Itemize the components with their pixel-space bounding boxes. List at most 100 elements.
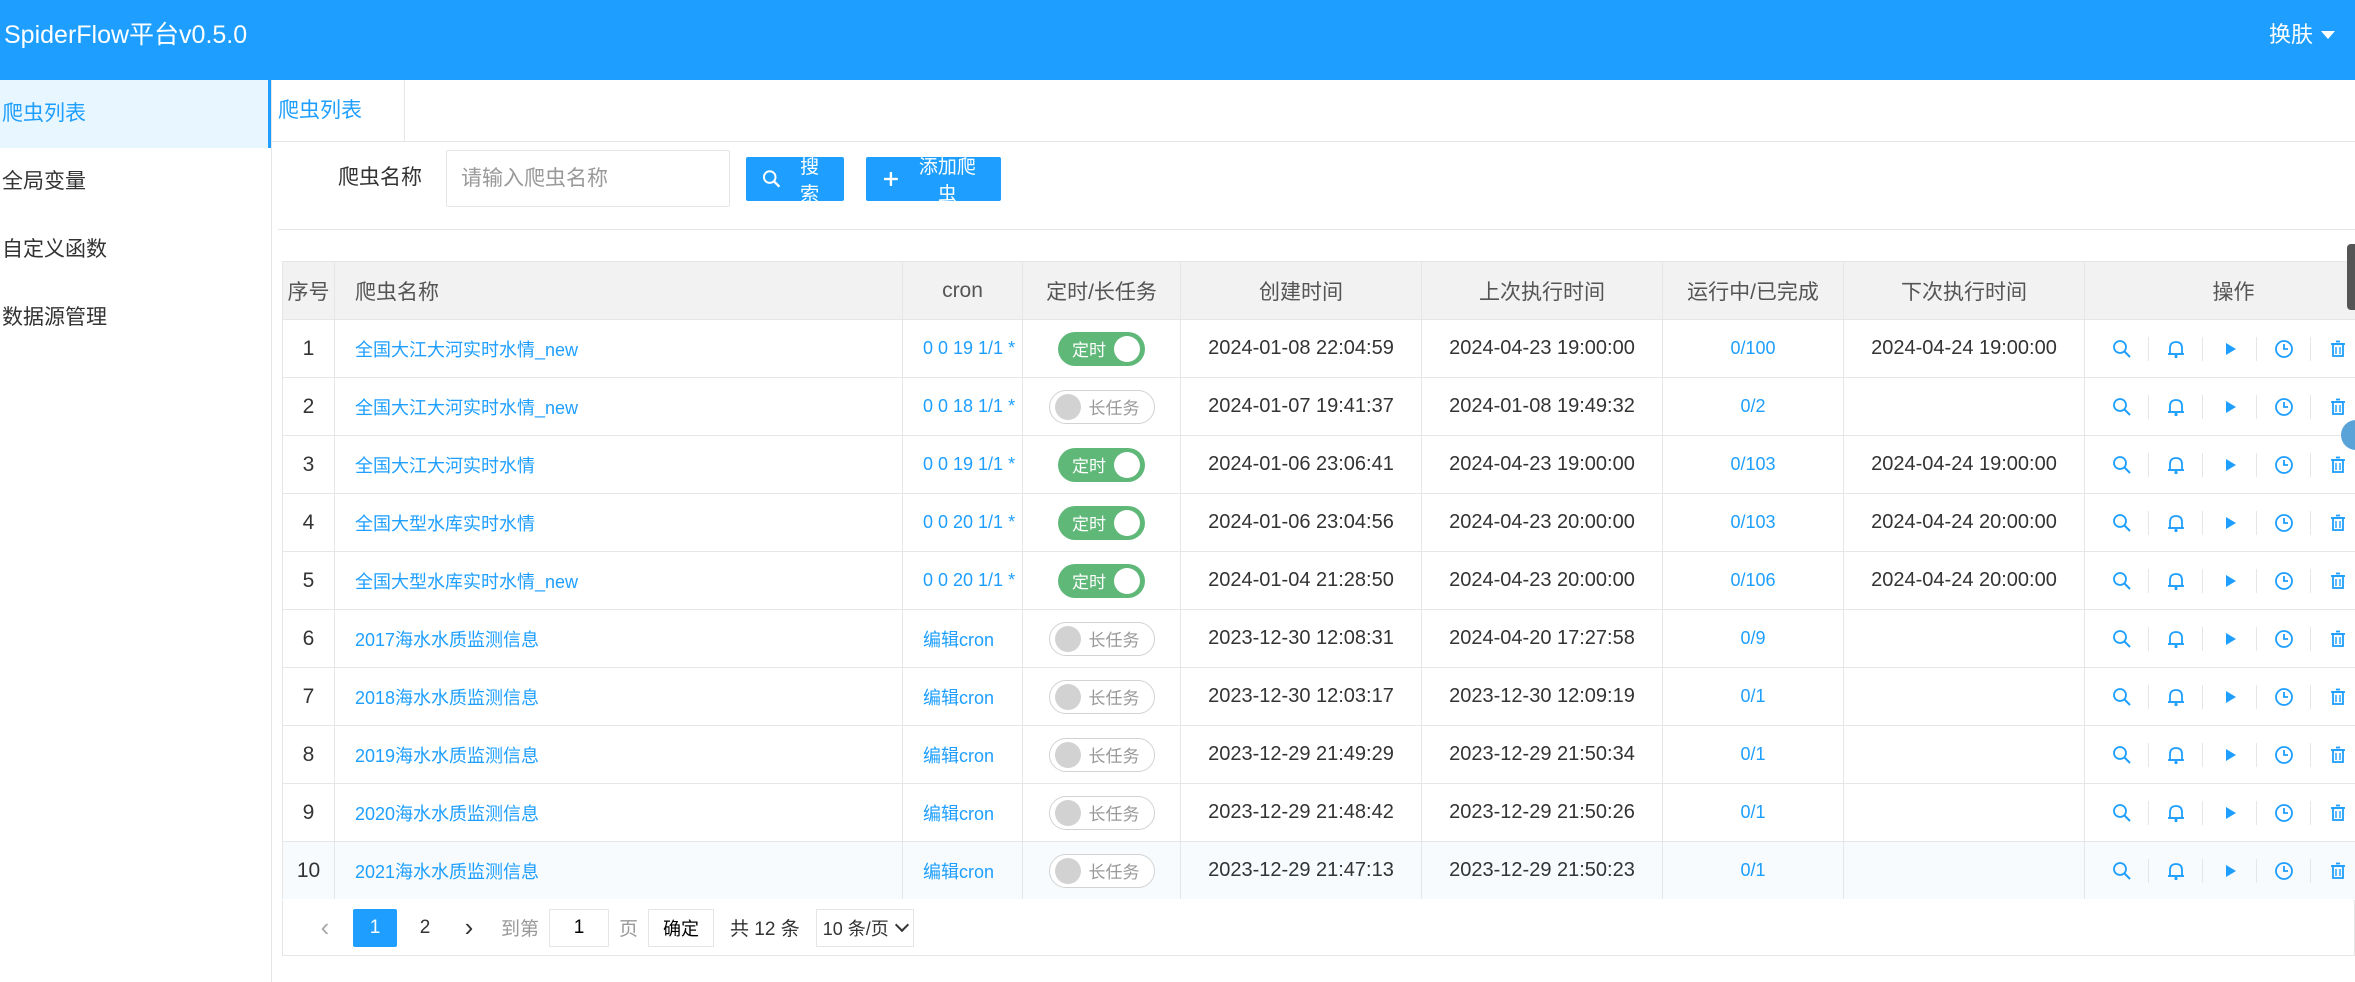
history-button[interactable] (2257, 800, 2311, 825)
task-type-switch[interactable]: 定时 (1058, 447, 1145, 482)
history-button[interactable] (2257, 858, 2311, 883)
history-button[interactable] (2257, 452, 2311, 477)
notify-button[interactable] (2149, 800, 2203, 825)
notify-button[interactable] (2149, 510, 2203, 535)
cron-link[interactable]: 编辑cron (923, 746, 994, 766)
run-button[interactable] (2203, 394, 2257, 419)
view-button[interactable] (2095, 684, 2149, 709)
run-status-link[interactable]: 0/1 (1740, 860, 1765, 880)
prev-page-button[interactable]: ‹ (303, 909, 347, 947)
search-button[interactable]: 搜索 (746, 157, 844, 205)
spider-name-input[interactable] (446, 150, 730, 207)
run-status-link[interactable]: 0/103 (1730, 512, 1775, 532)
delete-button[interactable] (2311, 511, 2355, 535)
delete-button[interactable] (2311, 801, 2355, 825)
page-button-1[interactable]: 1 (353, 908, 397, 947)
delete-button[interactable] (2311, 743, 2355, 767)
delete-button[interactable] (2311, 337, 2355, 361)
run-status-link[interactable]: 0/1 (1740, 686, 1765, 706)
run-button[interactable] (2203, 568, 2257, 593)
add-spider-button[interactable]: 添加爬虫 (866, 157, 1001, 205)
view-button[interactable] (2095, 626, 2149, 651)
task-type-switch[interactable]: 长任务 (1048, 737, 1155, 772)
cron-link[interactable]: 0 0 19 1/1 * (923, 454, 1015, 474)
history-button[interactable] (2257, 510, 2311, 535)
tab-spider-list[interactable]: 爬虫列表 (272, 80, 405, 142)
task-type-switch[interactable]: 定时 (1058, 505, 1145, 540)
run-status-link[interactable]: 0/100 (1730, 338, 1775, 358)
spider-name-link[interactable]: 全国大型水库实时水情 (355, 514, 535, 534)
cron-link[interactable]: 0 0 20 1/1 * (923, 570, 1015, 590)
task-type-switch[interactable]: 长任务 (1048, 621, 1155, 656)
history-button[interactable] (2257, 684, 2311, 709)
notify-button[interactable] (2149, 858, 2203, 883)
view-button[interactable] (2095, 568, 2149, 593)
notify-button[interactable] (2149, 336, 2203, 361)
view-button[interactable] (2095, 510, 2149, 535)
cron-link[interactable]: 编辑cron (923, 688, 994, 708)
sidebar-item-global-variables[interactable]: 全局变量 (0, 148, 271, 216)
spider-name-link[interactable]: 2019海水水质监测信息 (355, 746, 539, 766)
page-button-2[interactable]: 2 (403, 909, 447, 947)
spider-name-link[interactable]: 全国大江大河实时水情_new (355, 340, 578, 360)
next-page-button[interactable]: › (447, 909, 491, 947)
task-type-switch[interactable]: 长任务 (1048, 853, 1155, 888)
cron-link[interactable]: 编辑cron (923, 804, 994, 824)
run-button[interactable] (2203, 626, 2257, 651)
delete-button[interactable] (2311, 453, 2355, 477)
view-button[interactable] (2095, 858, 2149, 883)
view-button[interactable] (2095, 336, 2149, 361)
spider-name-link[interactable]: 2020海水水质监测信息 (355, 804, 539, 824)
run-status-link[interactable]: 0/103 (1730, 454, 1775, 474)
spider-name-link[interactable]: 全国大江大河实时水情_new (355, 398, 578, 418)
run-button[interactable] (2203, 858, 2257, 883)
cron-link[interactable]: 编辑cron (923, 862, 994, 882)
delete-button[interactable] (2311, 627, 2355, 651)
sidebar-item-custom-functions[interactable]: 自定义函数 (0, 216, 271, 284)
notify-button[interactable] (2149, 452, 2203, 477)
notify-button[interactable] (2149, 568, 2203, 593)
view-button[interactable] (2095, 742, 2149, 767)
run-button[interactable] (2203, 336, 2257, 361)
skin-switcher[interactable]: 换肤 (2269, 20, 2335, 50)
app-logo[interactable]: SpiderFlow平台v0.5.0 (4, 20, 247, 50)
run-status-link[interactable]: 0/106 (1730, 570, 1775, 590)
sidebar-item-datasource[interactable]: 数据源管理 (0, 284, 271, 352)
task-type-switch[interactable]: 定时 (1058, 331, 1145, 366)
history-button[interactable] (2257, 336, 2311, 361)
run-status-link[interactable]: 0/9 (1740, 628, 1765, 648)
spider-name-link[interactable]: 2017海水水质监测信息 (355, 630, 539, 650)
notify-button[interactable] (2149, 742, 2203, 767)
delete-button[interactable] (2311, 859, 2355, 883)
view-button[interactable] (2095, 800, 2149, 825)
spider-name-link[interactable]: 全国大江大河实时水情 (355, 456, 535, 476)
task-type-switch[interactable]: 长任务 (1048, 389, 1155, 424)
cron-link[interactable]: 0 0 18 1/1 * (923, 396, 1015, 416)
goto-page-input[interactable] (549, 908, 610, 947)
goto-confirm-button[interactable]: 确定 (648, 908, 715, 947)
notify-button[interactable] (2149, 684, 2203, 709)
task-type-switch[interactable]: 长任务 (1048, 679, 1155, 714)
delete-button[interactable] (2311, 685, 2355, 709)
run-button[interactable] (2203, 684, 2257, 709)
run-status-link[interactable]: 0/1 (1740, 802, 1765, 822)
cron-link[interactable]: 0 0 20 1/1 * (923, 512, 1015, 532)
run-status-link[interactable]: 0/2 (1740, 396, 1765, 416)
page-size-select[interactable]: 10 条/页 (815, 908, 914, 947)
run-button[interactable] (2203, 510, 2257, 535)
delete-button[interactable] (2311, 395, 2355, 419)
spider-name-link[interactable]: 全国大型水库实时水情_new (355, 572, 578, 592)
cron-link[interactable]: 编辑cron (923, 630, 994, 650)
spider-name-link[interactable]: 2018海水水质监测信息 (355, 688, 539, 708)
history-button[interactable] (2257, 394, 2311, 419)
scrollbar[interactable] (2347, 244, 2355, 310)
delete-button[interactable] (2311, 569, 2355, 593)
spider-name-link[interactable]: 2021海水水质监测信息 (355, 862, 539, 882)
history-button[interactable] (2257, 568, 2311, 593)
notify-button[interactable] (2149, 626, 2203, 651)
run-button[interactable] (2203, 800, 2257, 825)
sidebar-item-spider-list[interactable]: 爬虫列表 (0, 80, 271, 148)
notify-button[interactable] (2149, 394, 2203, 419)
task-type-switch[interactable]: 长任务 (1048, 795, 1155, 830)
task-type-switch[interactable]: 定时 (1058, 563, 1145, 598)
